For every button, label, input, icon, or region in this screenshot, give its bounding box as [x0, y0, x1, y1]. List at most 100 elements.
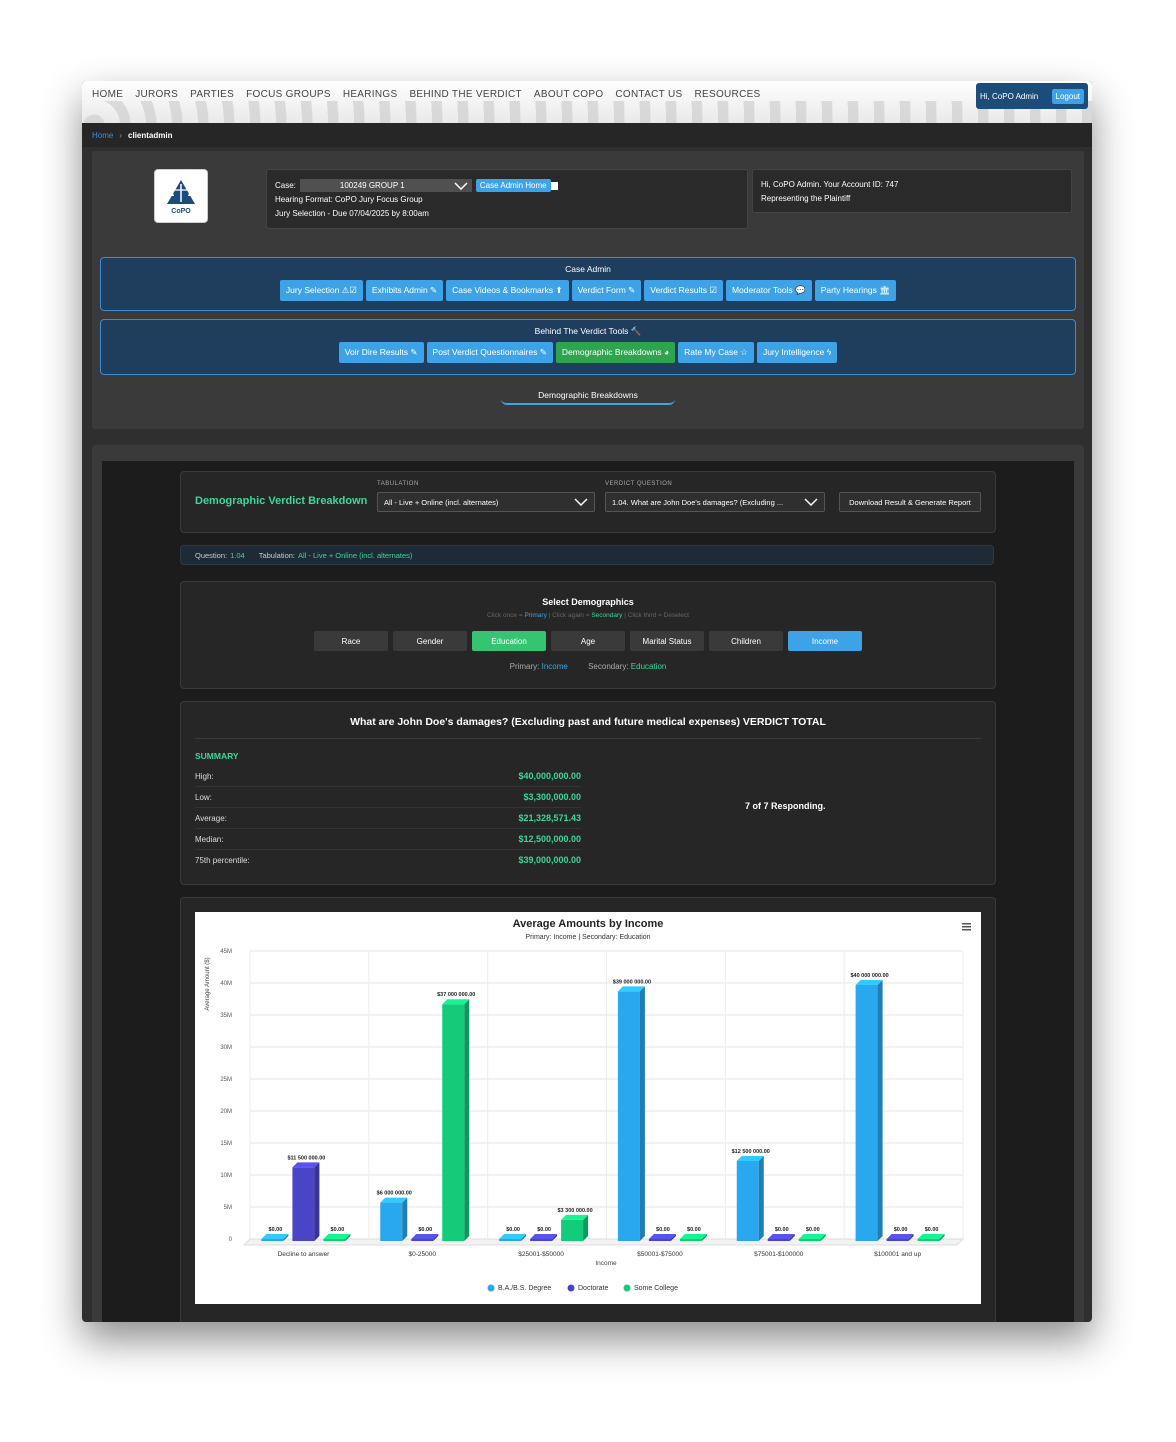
hint-text-a: Click once =	[487, 612, 525, 619]
children-button[interactable]: Children	[709, 631, 783, 651]
rate-my-case-button[interactable]: Rate My Case ☆	[678, 342, 754, 363]
chart-container: Average Amounts by Income Primary: Incom…	[195, 912, 981, 1304]
chart-bar[interactable]: $6 000 000.00	[377, 1191, 412, 1241]
verdict-results-button[interactable]: Verdict Results ☑	[644, 280, 723, 301]
legend-marker	[487, 1284, 495, 1292]
data-label: $12 500 000.00	[732, 1149, 770, 1155]
summary-row-median: Median: $12,500,000.00	[195, 829, 581, 850]
chart-bar[interactable]: $0.00	[499, 1227, 527, 1241]
main-nav: HOME JURORS PARTIES FOCUS GROUPS HEARING…	[92, 89, 761, 100]
question-key: Question:	[195, 550, 228, 560]
logout-button[interactable]: Logout	[1051, 88, 1084, 104]
jury-intelligence-button[interactable]: Jury Intelligence ϟ	[756, 342, 838, 363]
case-label: Case:	[275, 181, 296, 190]
legend-item[interactable]: Doctorate	[567, 1284, 609, 1293]
chart-bar[interactable]: $0.00	[917, 1227, 945, 1241]
bar-front	[767, 1239, 790, 1241]
chart-bar[interactable]: $3 300 000.00	[557, 1208, 593, 1241]
x-axis-label: Income	[595, 1260, 617, 1267]
chart-bar[interactable]: $0.00	[679, 1227, 707, 1241]
app-window: HOME JURORS PARTIES FOCUS GROUPS HEARING…	[82, 81, 1092, 1322]
chart-bar[interactable]: $12 500 000.00	[732, 1149, 770, 1241]
jury-selection-button[interactable]: Jury Selection ⚠☑	[279, 280, 363, 301]
exhibits-admin-button[interactable]: Exhibits Admin ✎	[365, 280, 444, 301]
moderator-tools-button[interactable]: Moderator Tools 💬	[725, 280, 812, 301]
chart-bar[interactable]: $0.00	[411, 1227, 439, 1241]
bar-front	[886, 1239, 909, 1241]
summary-label: Low:	[195, 792, 212, 802]
nav-behind-the-verdict[interactable]: BEHIND THE VERDICT	[409, 89, 521, 100]
age-button[interactable]: Age	[551, 631, 625, 651]
case-admin-home-button[interactable]: Case Admin Home	[475, 179, 551, 192]
nav-parties[interactable]: PARTIES	[190, 89, 234, 100]
tab-demographic-breakdowns[interactable]: Demographic Breakdowns	[501, 387, 675, 405]
chart-bar[interactable]: $0.00	[530, 1227, 558, 1241]
case-admin-box: Case Admin Jury Selection ⚠☑ Exhibits Ad…	[100, 257, 1076, 311]
bar-side	[639, 986, 645, 1241]
case-select[interactable]: 100249 GROUP 1	[299, 179, 472, 192]
summary-row-average: Average: $21,328,571.43	[195, 808, 581, 829]
hint-text-c: | Click third = Deselect	[622, 612, 689, 619]
income-button[interactable]: Income	[788, 631, 862, 651]
chart-bar[interactable]: $0.00	[648, 1227, 676, 1241]
summary-card: What are John Doe's damages? (Excluding …	[180, 701, 996, 885]
summary-heading: SUMMARY	[195, 751, 239, 761]
bar-side	[402, 1197, 408, 1241]
nav-home[interactable]: HOME	[92, 89, 123, 100]
bar-front	[261, 1239, 284, 1241]
legend-marker	[567, 1284, 575, 1292]
bar-front	[499, 1239, 522, 1241]
voir-dire-results-button[interactable]: Voir Dire Results ✎	[338, 342, 424, 363]
education-button[interactable]: Education	[472, 631, 546, 651]
legend-item[interactable]: B.A./B.S. Degree	[487, 1284, 552, 1293]
data-label: $37 000 000.00	[437, 992, 475, 998]
nav-jurors[interactable]: JURORS	[135, 89, 178, 100]
case-header-panel: CoPO Case: 100249 GROUP 1 Case Admin Hom…	[92, 151, 1084, 429]
x-tick-label: $25001-$50000	[518, 1251, 564, 1258]
summary-row-low: Low: $3,300,000.00	[195, 787, 581, 808]
data-label: $0.00	[656, 1227, 670, 1233]
chart-bar[interactable]: $40 000 000.00	[850, 973, 889, 1241]
verdict-question-value: 1.04. What are John Doe's damages? (Excl…	[612, 497, 784, 507]
nav-focus-groups[interactable]: FOCUS GROUPS	[246, 89, 331, 100]
demographic-breakdowns-button[interactable]: Demographic Breakdowns ◕	[555, 342, 676, 363]
nav-resources[interactable]: RESOURCES	[694, 89, 760, 100]
x-tick-label: $50001-$75000	[637, 1251, 683, 1258]
bar-side	[314, 1162, 320, 1241]
nav-about[interactable]: ABOUT COPO	[534, 89, 604, 100]
marital-status-button[interactable]: Marital Status	[630, 631, 704, 651]
race-button[interactable]: Race	[314, 631, 388, 651]
bar-front	[380, 1202, 403, 1241]
chart-bar[interactable]: $0.00	[767, 1227, 795, 1241]
hamburger-menu-icon[interactable]	[962, 923, 971, 931]
gender-button[interactable]: Gender	[393, 631, 467, 651]
data-label: $0.00	[269, 1227, 283, 1233]
chart-bar[interactable]: $11 500 000.00	[287, 1155, 325, 1241]
tabulation-select[interactable]: All - Live + Online (incl. alternates)	[377, 492, 595, 512]
chart-bar[interactable]: $37 000 000.00	[437, 992, 475, 1241]
tabulation-key: Tabulation:	[258, 550, 295, 560]
chart-bar[interactable]: $0.00	[261, 1227, 289, 1241]
data-label: $0.00	[894, 1227, 908, 1233]
verdict-form-button[interactable]: Verdict Form ✎	[571, 280, 642, 301]
party-hearings-button[interactable]: Party Hearings 🏛	[814, 280, 897, 301]
verdict-question-select[interactable]: 1.04. What are John Doe's damages? (Excl…	[605, 492, 825, 512]
chevron-down-icon	[804, 498, 818, 506]
chart-bar[interactable]: $0.00	[886, 1227, 914, 1241]
chart-bar[interactable]: $39 000 000.00	[613, 979, 651, 1241]
legend-item[interactable]: Some College	[623, 1284, 679, 1293]
nav-hearings[interactable]: HEARINGS	[343, 89, 398, 100]
nav-contact[interactable]: CONTACT US	[615, 89, 682, 100]
data-label: $39 000 000.00	[613, 979, 651, 985]
chart-bar[interactable]: $0.00	[798, 1227, 826, 1241]
chart-bar[interactable]: $0.00	[323, 1227, 351, 1241]
post-verdict-questionnaires-button[interactable]: Post Verdict Questionnaires ✎	[426, 342, 553, 363]
case-videos-button[interactable]: Case Videos & Bookmarks ⬆	[446, 280, 569, 301]
breadcrumb-home-link[interactable]: Home	[92, 131, 113, 140]
bar-front	[323, 1239, 346, 1241]
summary-value: $39,000,000.00	[518, 855, 581, 865]
download-report-button[interactable]: Download Result & Generate Report	[839, 492, 981, 512]
bar-front	[411, 1239, 434, 1241]
bar-front	[736, 1161, 759, 1241]
bar-front	[917, 1239, 940, 1241]
